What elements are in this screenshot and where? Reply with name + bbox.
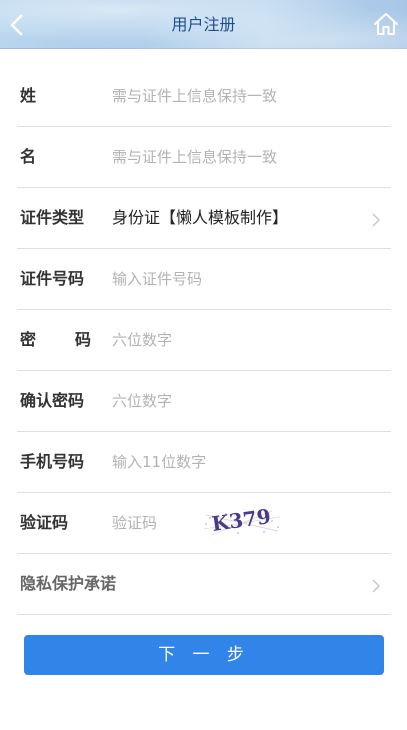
captcha-input[interactable]: 验证码 xyxy=(112,493,157,553)
surname-label: 姓 xyxy=(20,86,37,105)
password-label-right: 码 xyxy=(75,330,92,349)
privacy-row[interactable]: 隐私保护承诺 xyxy=(17,554,391,615)
confirm-password-label: 确认密码 xyxy=(20,391,85,410)
password-label-left: 密 xyxy=(20,330,37,349)
id-number-input[interactable]: 输入证件号码 xyxy=(112,249,202,309)
id-number-label: 证件号码 xyxy=(20,269,85,288)
registration-form: 姓 需与证件上信息保持一致 名 需与证件上信息保持一致 证件类型 身份证【懒人模… xyxy=(17,66,391,615)
home-icon[interactable] xyxy=(373,11,399,37)
captcha-row[interactable]: 验证码 验证码 K379 xyxy=(17,493,391,554)
surname-row[interactable]: 姓 需与证件上信息保持一致 xyxy=(17,66,391,127)
next-button[interactable]: 下 一 步 xyxy=(24,635,384,675)
id-type-select[interactable]: 身份证【懒人模板制作】 xyxy=(112,188,288,248)
confirm-password-input[interactable]: 六位数字 xyxy=(112,371,172,431)
captcha-label: 验证码 xyxy=(20,513,69,532)
captcha-image[interactable]: K379 xyxy=(202,509,282,537)
password-row[interactable]: 密 码 六位数字 xyxy=(17,310,391,371)
given-name-row[interactable]: 名 需与证件上信息保持一致 xyxy=(17,127,391,188)
header-bar: 用户注册 xyxy=(0,0,407,49)
confirm-password-row[interactable]: 确认密码 六位数字 xyxy=(17,371,391,432)
phone-label: 手机号码 xyxy=(20,452,85,471)
chevron-right-icon xyxy=(372,579,381,593)
phone-row[interactable]: 手机号码 输入11位数字 xyxy=(17,432,391,493)
id-type-label: 证件类型 xyxy=(20,208,85,227)
privacy-label: 隐私保护承诺 xyxy=(20,574,117,593)
given-name-label: 名 xyxy=(20,147,37,166)
id-number-row[interactable]: 证件号码 输入证件号码 xyxy=(17,249,391,310)
surname-input[interactable]: 需与证件上信息保持一致 xyxy=(112,66,277,126)
chevron-right-icon xyxy=(372,213,381,227)
password-input[interactable]: 六位数字 xyxy=(112,310,172,370)
phone-input[interactable]: 输入11位数字 xyxy=(112,432,206,492)
given-name-input[interactable]: 需与证件上信息保持一致 xyxy=(112,127,277,187)
id-type-row[interactable]: 证件类型 身份证【懒人模板制作】 xyxy=(17,188,391,249)
page-title: 用户注册 xyxy=(171,15,236,34)
